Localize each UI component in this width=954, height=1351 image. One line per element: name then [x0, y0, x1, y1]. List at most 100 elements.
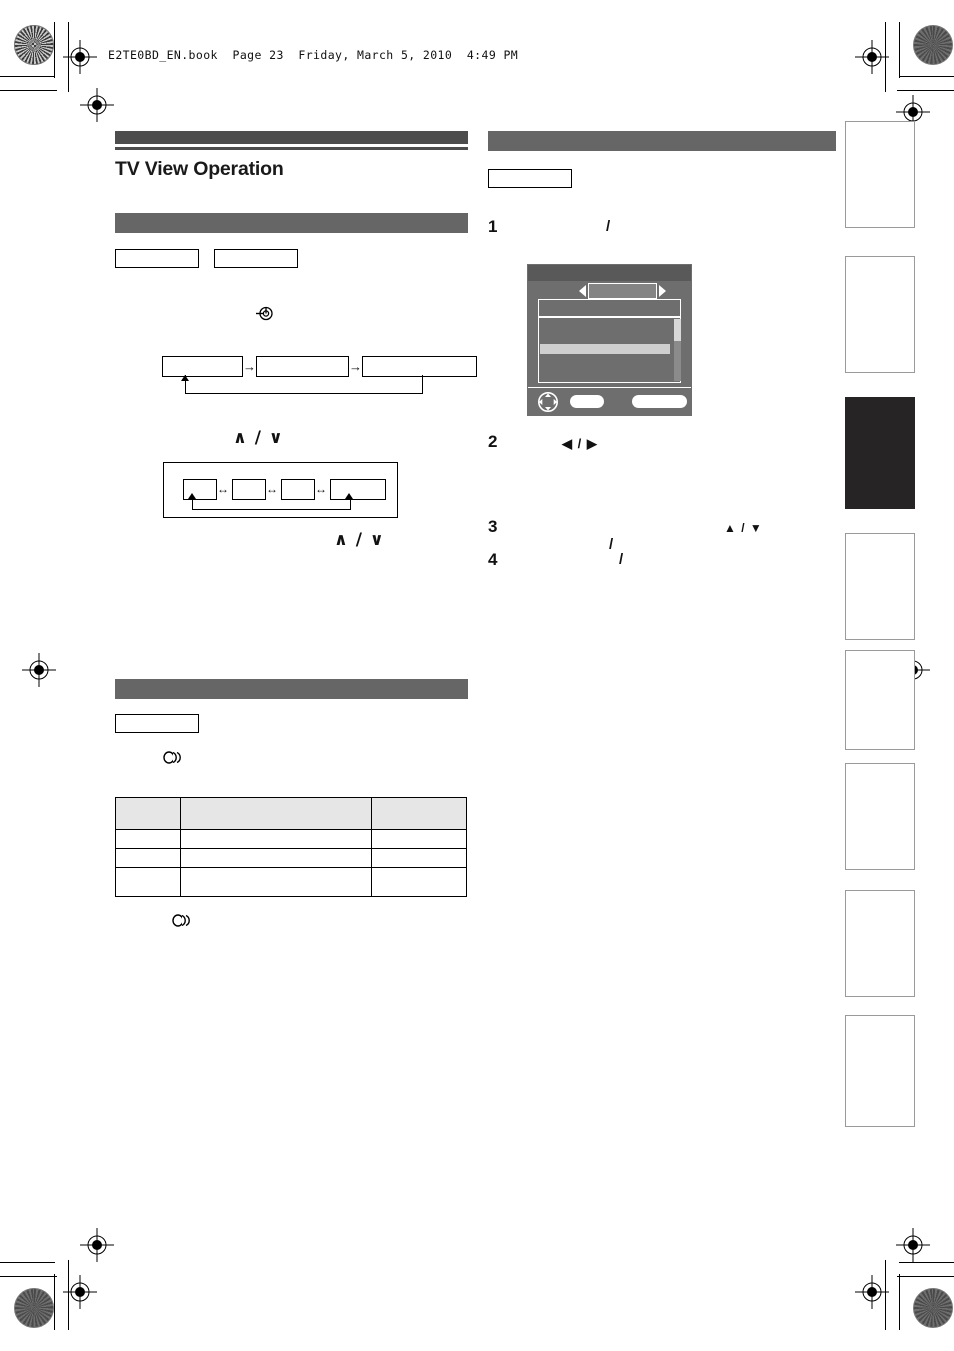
table-cell	[115, 829, 181, 850]
trim-line-top-left-h2	[0, 90, 57, 91]
osd-footer	[528, 387, 691, 415]
registration-mark-bottom-right	[855, 1275, 889, 1309]
table-row	[115, 867, 467, 898]
key-box-2[interactable]	[214, 249, 299, 269]
osd-button-a[interactable]	[570, 395, 604, 408]
note-icon-row-top	[163, 751, 468, 769]
flow2-loopback-line	[192, 498, 351, 511]
osd-left-arrow-icon[interactable]	[579, 285, 586, 297]
key-box-row-1	[115, 249, 468, 269]
flow1-box-3	[362, 356, 477, 378]
note-icon-top	[163, 751, 185, 765]
table-cell	[180, 829, 372, 850]
side-tab-4-label	[846, 534, 854, 546]
section-header-bar-2	[115, 679, 468, 700]
trim-line-bottom-left-h2	[0, 1276, 57, 1277]
key-box-4[interactable]	[488, 169, 572, 188]
side-tab-7[interactable]	[845, 890, 915, 997]
updown-key-label-1: ∧ / ∨	[233, 428, 284, 449]
running-header: E2TE0BD_EN.book Page 23 Friday, March 5,…	[108, 48, 519, 62]
spec-table	[115, 797, 467, 898]
registration-mark-bottom-left	[63, 1275, 97, 1309]
registration-mark-bottom-left-upper	[80, 1228, 114, 1262]
table-cell	[371, 829, 467, 850]
table-row	[115, 829, 467, 850]
trim-line-top-left-v	[54, 22, 55, 78]
halftone-target-bottom-left	[14, 1288, 54, 1328]
step-3-symbol-2: /	[609, 536, 614, 553]
trim-line-top-right-h	[899, 76, 954, 77]
step-1-number: 1	[488, 217, 498, 236]
side-tab-2-label	[846, 257, 854, 269]
chapter-title-rule-bottom	[115, 147, 468, 150]
flow1-box-2	[256, 356, 349, 378]
side-tab-3-label	[846, 398, 854, 410]
flow1-arrow-2: →	[349, 359, 362, 375]
tv-on-screen-display	[527, 264, 692, 416]
side-tab-4[interactable]	[845, 533, 915, 640]
osd-button-b[interactable]	[632, 395, 687, 408]
flow1-loopback-line	[185, 375, 423, 395]
flow2-loopback-arrowhead-right	[345, 493, 353, 500]
side-tab-5[interactable]	[845, 650, 915, 750]
step-3: 3 ▲ / ▼ /	[488, 517, 836, 553]
updown-key-label-2: ∧ / ∨	[334, 530, 385, 551]
step-3-symbol: ▲ / ▼	[724, 521, 763, 535]
table-cell	[371, 848, 467, 869]
registration-mark-left-middle	[22, 653, 56, 687]
side-tab-8[interactable]	[845, 1015, 915, 1127]
trim-line-bottom-left-h	[0, 1262, 55, 1263]
side-tab-2[interactable]	[845, 256, 915, 373]
step-3-number: 3	[488, 517, 498, 536]
input-source-icon-row	[115, 305, 468, 327]
osd-field[interactable]	[538, 299, 681, 317]
key-box-1[interactable]	[115, 249, 199, 269]
note-icon-bottom	[172, 914, 194, 928]
flow1-loopback-arrowhead	[181, 375, 189, 382]
trim-line-bottom-right-v	[899, 1274, 900, 1330]
side-tab-3[interactable]	[845, 397, 915, 509]
side-tab-1-label	[846, 122, 854, 134]
key-box-3[interactable]	[115, 714, 199, 734]
table-cell	[115, 848, 181, 869]
osd-scrollbar-thumb[interactable]	[674, 319, 681, 341]
flow1-arrow-1: →	[243, 359, 256, 375]
step-2-symbol: ◀ / ▶	[562, 436, 598, 451]
page-title: TV View Operation	[115, 158, 284, 180]
flow-diagram-2-wrapper: ∧ / ∨ ↔ ↔ ↔	[163, 462, 468, 519]
osd-list-highlighted-row[interactable]	[540, 344, 670, 354]
table-cell	[180, 848, 372, 869]
manual-page: E2TE0BD_EN.book Page 23 Friday, March 5,…	[0, 0, 954, 1351]
flow2-arrow-1: ↔	[217, 482, 229, 497]
section-header-bar-1	[115, 213, 468, 234]
osd-right-arrow-icon[interactable]	[659, 285, 666, 297]
registration-mark-top-left	[63, 40, 97, 74]
registration-mark-top-right	[855, 40, 889, 74]
trim-line-bottom-left-v	[54, 1274, 55, 1330]
registration-mark-top-left-lower	[80, 88, 114, 122]
table-cell	[371, 867, 467, 898]
input-source-icon	[256, 305, 273, 322]
halftone-target-bottom-right	[913, 1288, 953, 1328]
flow2-box-4	[330, 479, 386, 501]
chapter-title-rule-top	[115, 131, 468, 144]
side-tab-6[interactable]	[845, 763, 915, 870]
trim-line-bottom-right-h2	[897, 1276, 954, 1277]
note-icon-row-bottom	[172, 914, 468, 932]
trim-line-bottom-right-h	[899, 1262, 954, 1263]
flow2-box-3	[281, 479, 315, 501]
flow-diagram-2: ↔ ↔ ↔	[163, 462, 398, 519]
left-column: TV View Operation → → ∧ / ∨ ↔ ↔ ↔ ∧ / ∨	[115, 131, 477, 932]
flow-diagram-1: → →	[162, 356, 477, 402]
step-4-number: 4	[488, 550, 498, 569]
key-box-row-3	[488, 169, 836, 188]
flow2-loopback-arrowhead-left	[188, 493, 196, 500]
step-1: 1 /	[488, 217, 836, 238]
step-1-symbol: /	[606, 218, 611, 235]
flow1-box-1	[162, 356, 243, 378]
side-tab-1[interactable]	[845, 121, 915, 228]
side-tab-5-label	[846, 651, 854, 663]
dpad-icon	[537, 392, 559, 412]
osd-selected-value[interactable]	[588, 283, 657, 299]
step-2-number: 2	[488, 432, 498, 451]
